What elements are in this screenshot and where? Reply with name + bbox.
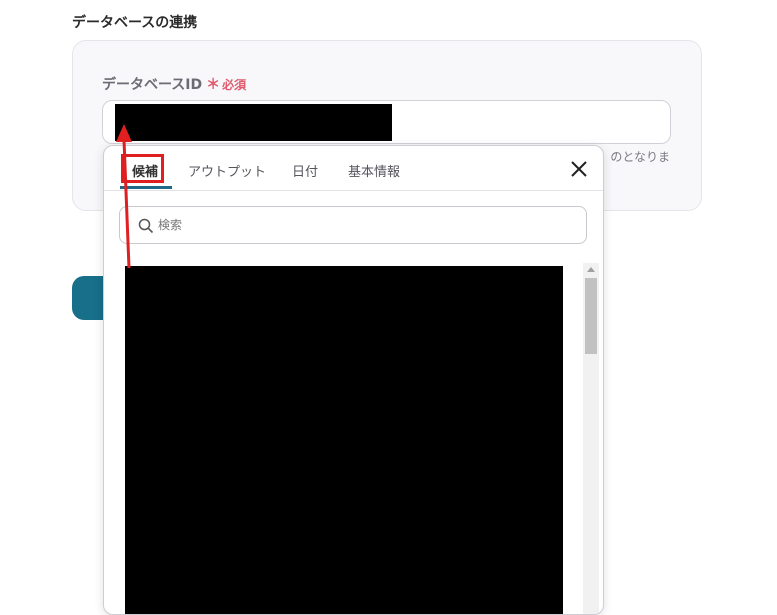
scroll-up-arrow-icon[interactable] bbox=[587, 267, 595, 272]
tab-basic-info[interactable]: 基本情報 bbox=[348, 161, 400, 180]
search-input[interactable] bbox=[158, 215, 568, 235]
close-button[interactable] bbox=[568, 158, 590, 180]
results-scrollbar[interactable] bbox=[583, 263, 599, 614]
field-hint-text: のとなりま bbox=[610, 150, 670, 164]
close-icon bbox=[571, 161, 587, 177]
required-star-icon: ＊ bbox=[206, 77, 221, 93]
redacted-input-value bbox=[115, 104, 392, 141]
field-hint: のとなりま bbox=[610, 148, 670, 166]
database-id-label: データベースID ＊必須 bbox=[102, 74, 246, 94]
section-title: データベースの連携 bbox=[72, 15, 198, 31]
tab-highlight-box bbox=[121, 154, 164, 183]
redacted-results-list bbox=[125, 266, 563, 614]
tab-date[interactable]: 日付 bbox=[292, 161, 318, 180]
required-text: 必須 bbox=[222, 78, 247, 92]
suggestion-popup: 候補 アウトプット 日付 基本情報 bbox=[103, 145, 604, 615]
search-box bbox=[119, 206, 587, 244]
scroll-thumb[interactable] bbox=[585, 278, 597, 354]
tab-output[interactable]: アウトプット bbox=[188, 161, 266, 180]
search-icon bbox=[138, 218, 154, 234]
active-tab-underline bbox=[120, 186, 172, 189]
database-id-label-text: データベースID bbox=[102, 77, 203, 93]
popup-tabs: 候補 アウトプット 日付 基本情報 bbox=[104, 146, 603, 191]
